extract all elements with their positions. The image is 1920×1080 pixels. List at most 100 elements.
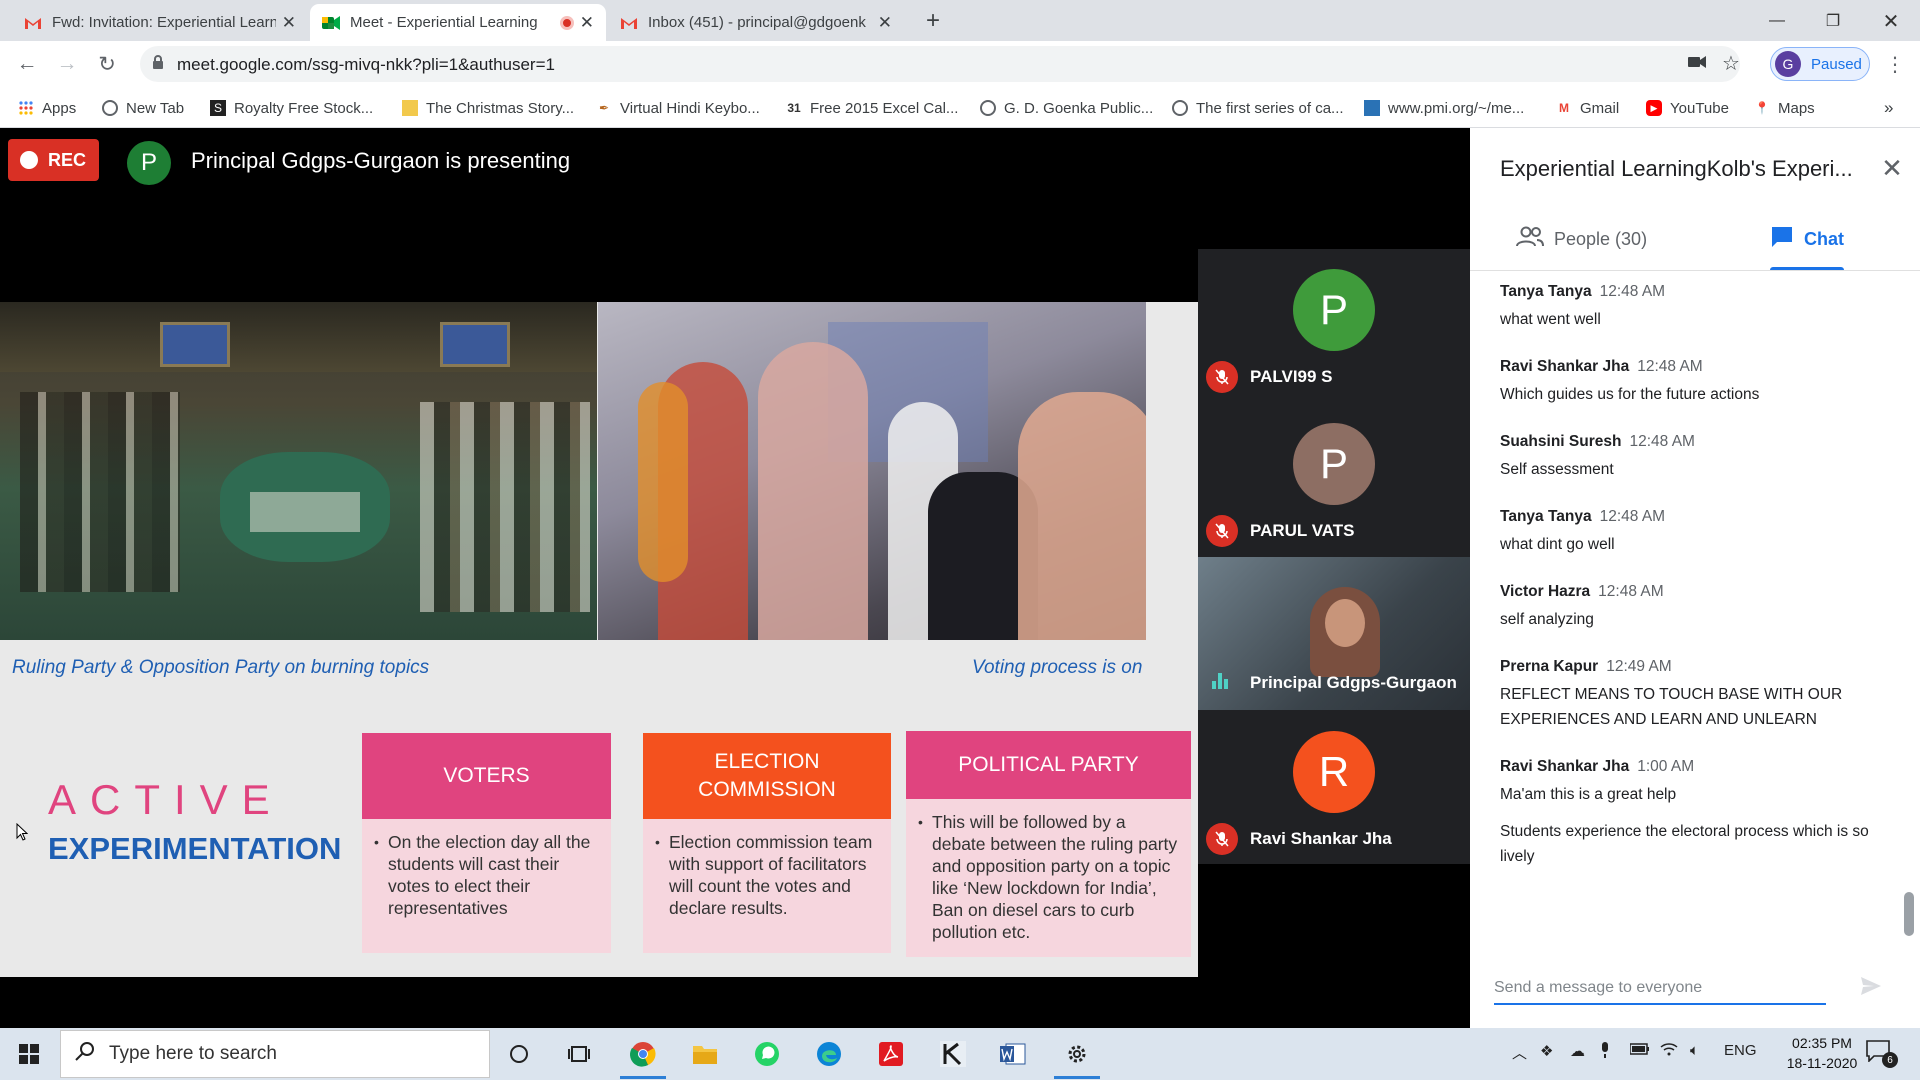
minimize-button[interactable]: — [1754, 6, 1800, 36]
browser-menu-icon[interactable]: ⋮ [1880, 49, 1910, 79]
tab-meet[interactable]: Meet - Experiential Learning ✕ [310, 4, 606, 41]
bookmark-gmail[interactable]: M Gmail [1556, 97, 1619, 119]
url-text[interactable]: meet.google.com/ssg-mivq-nkk?pli=1&authu… [177, 55, 555, 75]
box-title: POLITICAL PARTY [906, 731, 1191, 799]
system-clock[interactable]: 02:35 PM 18-11-2020 [1782, 1033, 1862, 1073]
caption-right: Voting process is on [972, 657, 1143, 678]
message-time: 12:48 AM [1629, 433, 1695, 450]
close-icon[interactable]: ✕ [878, 13, 892, 33]
tab-chat[interactable]: Chat [1770, 224, 1844, 254]
participant-name: Principal Gdgps-Gurgaon [1250, 673, 1457, 692]
chat-message: Suahsini Suresh 12:48 AM Self assessment [1500, 433, 1895, 482]
box-body: This will be followed by a debate betwee… [906, 799, 1191, 957]
tab-gmail-invitation[interactable]: Fwd: Invitation: Experiential Learn ✕ [12, 4, 308, 41]
file-explorer-icon[interactable] [682, 1032, 728, 1076]
edge-icon[interactable] [806, 1032, 852, 1076]
task-view-icon[interactable] [556, 1032, 602, 1076]
window-close-button[interactable]: ✕ [1868, 6, 1914, 36]
chat-messages[interactable]: Tanya Tanya 12:48 AM what went well Ravi … [1500, 283, 1895, 943]
panel-close-button[interactable]: ✕ [1874, 150, 1910, 186]
bookmark-new-tab[interactable]: New Tab [102, 97, 184, 119]
bookmark-hindi-keyboard[interactable]: ✒ Virtual Hindi Keybo... [596, 97, 760, 119]
word-icon[interactable] [990, 1032, 1036, 1076]
bookmark-royalty-free[interactable]: S Royalty Free Stock... [210, 97, 373, 119]
bookmark-christmas-story[interactable]: The Christmas Story... [402, 97, 574, 119]
back-button[interactable]: ← [12, 49, 42, 79]
bookmarks-bar: Apps New Tab S Royalty Free Stock... The … [0, 87, 1920, 128]
message-text: self analyzing [1500, 611, 1594, 628]
bookmark-gd-goenka[interactable]: G. D. Goenka Public... [980, 97, 1153, 119]
pmi-icon [1364, 100, 1380, 116]
calendar-icon: 31 [787, 101, 801, 115]
tab-title: Inbox (451) - principal@gdgoenk [648, 14, 866, 31]
tab-people[interactable]: People (30) [1516, 224, 1647, 254]
cortana-icon[interactable] [496, 1032, 542, 1076]
participant-tile-video[interactable]: Principal Gdgps-Gurgaon [1198, 557, 1470, 710]
slide-heading-active: ACTIVE [48, 776, 284, 823]
profile-paused-button[interactable]: G Paused [1770, 47, 1870, 81]
microphone-icon[interactable] [1600, 1042, 1610, 1062]
acrobat-icon[interactable] [868, 1032, 914, 1076]
send-button[interactable] [1860, 976, 1882, 1002]
bookmarks-overflow-button[interactable]: » [1884, 97, 1893, 119]
gmail-icon: M [1559, 101, 1569, 115]
whatsapp-icon[interactable] [744, 1032, 790, 1076]
address-bar[interactable]: meet.google.com/ssg-mivq-nkk?pli=1&authu… [140, 46, 1740, 82]
participant-tile[interactable]: P PALVI99 S [1198, 249, 1470, 402]
gmail-icon [620, 16, 638, 30]
reload-button[interactable]: ↻ [92, 49, 122, 79]
mic-off-icon [1206, 823, 1238, 855]
participant-avatar: R [1293, 731, 1375, 813]
bookmark-maps[interactable]: 📍 Maps [1754, 97, 1815, 119]
wifi-icon[interactable] [1660, 1042, 1678, 1060]
tab-title: Fwd: Invitation: Experiential Learn [52, 14, 276, 31]
new-tab-button[interactable]: + [918, 6, 948, 36]
close-icon[interactable]: ✕ [580, 13, 594, 33]
camera-icon[interactable] [1688, 55, 1706, 74]
search-icon [75, 1041, 95, 1067]
message-time: 12:48 AM [1637, 358, 1703, 375]
globe-icon [102, 100, 118, 116]
message-text: what went well [1500, 311, 1601, 328]
participant-video-face [1325, 599, 1365, 647]
recording-badge: REC [8, 139, 99, 181]
start-button[interactable] [6, 1032, 52, 1076]
bookmark-apps[interactable]: Apps [18, 97, 76, 119]
chrome-icon[interactable] [620, 1032, 666, 1076]
bookmark-star-icon[interactable]: ☆ [1722, 51, 1740, 76]
settings-gear-icon[interactable] [1054, 1032, 1100, 1076]
chat-message: Ravi Shankar Jha 12:48 AM Which guides us… [1500, 358, 1895, 407]
forward-button[interactable]: → [52, 49, 82, 79]
box-title: ELECTION COMMISSION [643, 733, 891, 819]
apps-grid-icon [18, 100, 34, 116]
bookmark-pmi[interactable]: www.pmi.org/~/me... [1364, 97, 1524, 119]
bookmark-first-series[interactable]: The first series of ca... [1172, 97, 1344, 119]
bookmark-excel-calendar[interactable]: 31 Free 2015 Excel Cal... [786, 97, 958, 119]
recording-indicator-icon [559, 15, 574, 30]
parliament-photo [0, 302, 597, 640]
notifications-button[interactable]: 6 [1866, 1040, 1906, 1068]
battery-icon[interactable] [1629, 1042, 1650, 1059]
show-hidden-icons[interactable]: ︿ [1512, 1042, 1527, 1063]
participant-tile[interactable]: R Ravi Shankar Jha [1198, 711, 1470, 864]
message-sender: Prerna Kapur [1500, 658, 1599, 675]
k-app-icon[interactable] [930, 1032, 976, 1076]
people-icon [1516, 226, 1544, 253]
chat-message-input[interactable] [1494, 976, 1826, 1000]
close-icon[interactable]: ✕ [282, 13, 296, 33]
restore-button[interactable]: ❐ [1810, 6, 1856, 36]
bookmark-youtube[interactable]: ▶ YouTube [1646, 97, 1729, 119]
onedrive-icon[interactable]: ☁ [1570, 1042, 1585, 1060]
box-body: Election commission team with support of… [643, 819, 891, 953]
participant-tile[interactable]: P PARUL VATS [1198, 403, 1470, 556]
chat-scrollbar[interactable] [1904, 892, 1914, 936]
message-sender: Suahsini Suresh [1500, 433, 1622, 450]
language-indicator[interactable]: ENG [1724, 1042, 1757, 1059]
clock-time: 02:35 PM [1792, 1035, 1852, 1051]
dropbox-icon[interactable]: ❖ [1540, 1042, 1553, 1060]
message-sender: Ravi Shankar Jha [1500, 758, 1630, 775]
volume-icon[interactable]: 🔈︎ [1690, 1042, 1699, 1059]
mouse-cursor-icon [16, 822, 29, 846]
tab-gmail-inbox[interactable]: Inbox (451) - principal@gdgoenk ✕ [608, 4, 904, 41]
taskbar-search[interactable]: Type here to search [60, 1030, 490, 1078]
